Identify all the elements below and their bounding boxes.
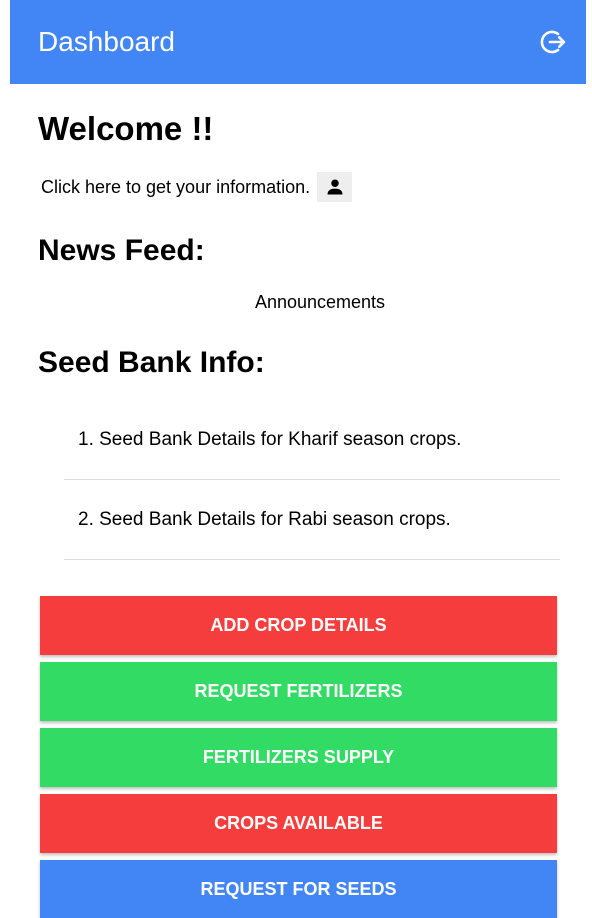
request-for-seeds-button[interactable]: REQUEST FOR SEEDS <box>40 860 557 918</box>
action-buttons: ADD CROP DETAILS REQUEST FERTILIZERS FER… <box>40 596 557 918</box>
welcome-heading: Welcome !! <box>38 110 214 147</box>
announcements-link[interactable]: Announcements <box>0 292 592 313</box>
page-title: Dashboard <box>38 26 175 57</box>
user-info-row: Click here to get your information. <box>41 172 353 202</box>
app-root: Dashboard Welcome !! Click here to get y… <box>0 0 592 918</box>
add-crop-details-button[interactable]: ADD CROP DETAILS <box>40 596 557 655</box>
logout-button[interactable] <box>536 24 572 60</box>
request-fertilizers-button[interactable]: REQUEST FERTILIZERS <box>40 662 557 721</box>
seed-bank-heading: Seed Bank Info: <box>38 346 265 379</box>
news-feed-heading: News Feed: <box>38 234 205 267</box>
person-icon <box>327 179 343 195</box>
user-info-button[interactable] <box>317 172 353 202</box>
seed-bank-item-rabi[interactable]: 2. Seed Bank Details for Rabi season cro… <box>64 480 560 560</box>
seed-bank-list: 1. Seed Bank Details for Kharif season c… <box>64 400 560 560</box>
user-info-text: Click here to get your information. <box>41 176 311 197</box>
logout-icon <box>540 30 566 54</box>
toolbar: Dashboard <box>10 0 586 84</box>
crops-available-button[interactable]: CROPS AVAILABLE <box>40 794 557 853</box>
fertilizers-supply-button[interactable]: FERTILIZERS SUPPLY <box>40 728 557 787</box>
seed-bank-item-kharif[interactable]: 1. Seed Bank Details for Kharif season c… <box>64 400 560 480</box>
